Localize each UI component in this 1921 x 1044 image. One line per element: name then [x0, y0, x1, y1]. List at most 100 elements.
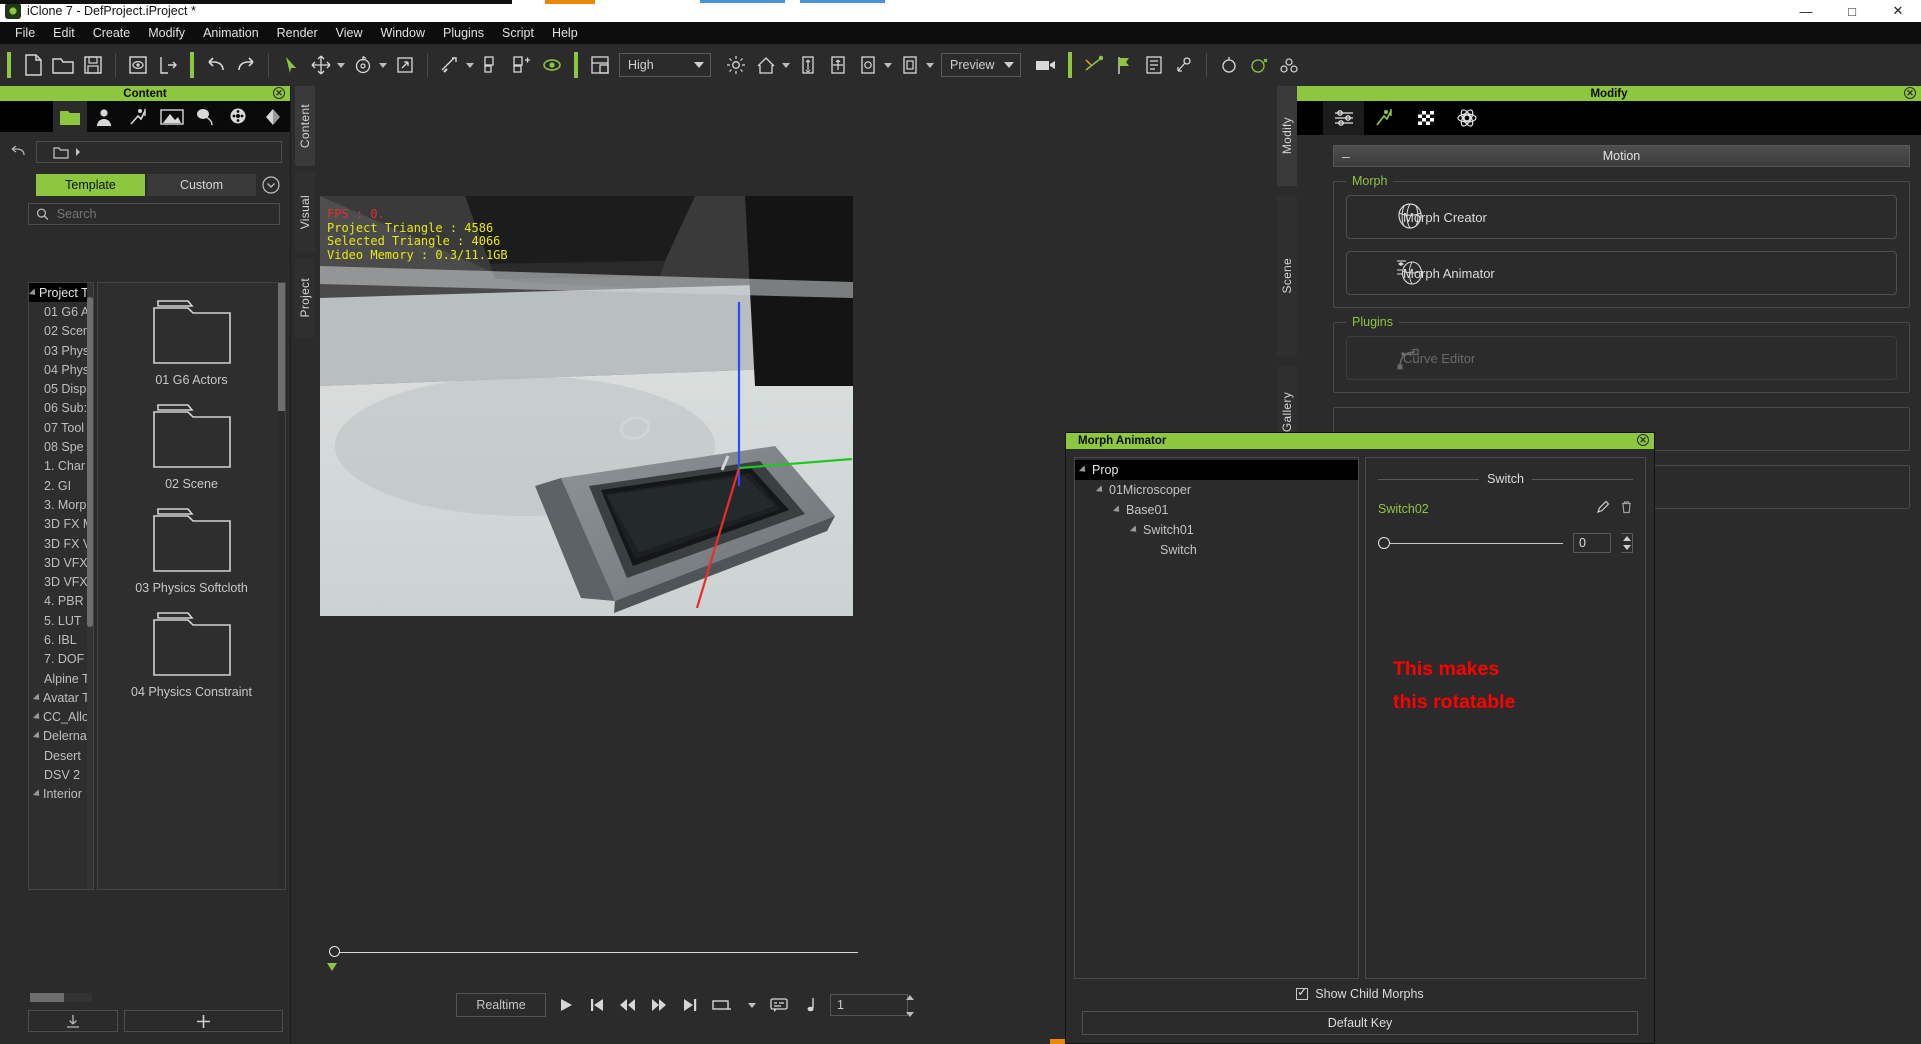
- pencil-icon[interactable]: [1596, 500, 1610, 517]
- morph-value-spinner[interactable]: [1621, 533, 1633, 553]
- tree-horizontal-scrollbar[interactable]: [30, 993, 92, 1002]
- tree-node-14[interactable]: 3D VFX: [29, 572, 93, 591]
- dock-tab-content[interactable]: Content: [295, 86, 315, 166]
- play-icon[interactable]: [555, 994, 577, 1016]
- show-child-morphs-row[interactable]: Show Child Morphs: [1074, 979, 1646, 1009]
- tree-node-8[interactable]: 1. Char: [29, 457, 93, 476]
- menu-item-script[interactable]: Script: [493, 23, 543, 43]
- search-field[interactable]: [28, 203, 280, 225]
- tree-scrollbar[interactable]: [87, 283, 93, 889]
- tab-custom[interactable]: Custom: [147, 174, 256, 196]
- import-button[interactable]: [28, 1010, 118, 1032]
- menu-item-modify[interactable]: Modify: [139, 23, 194, 43]
- physics-icon[interactable]: [1214, 50, 1244, 80]
- default-key-button[interactable]: Default Key: [1082, 1011, 1638, 1035]
- visibility-icon[interactable]: [537, 50, 567, 80]
- close-button[interactable]: ✕: [1875, 0, 1921, 22]
- fast-forward-icon[interactable]: [648, 994, 670, 1016]
- morph-value-field[interactable]: 0: [1573, 533, 1611, 553]
- back-arrow-icon[interactable]: [8, 143, 28, 162]
- frame-field[interactable]: 1: [830, 994, 914, 1017]
- content-tab-scene[interactable]: [155, 101, 189, 132]
- quality-dropdown[interactable]: High: [619, 53, 711, 77]
- content-grid-item[interactable]: 04 Physics Constraint: [98, 595, 285, 699]
- content-folder-tree[interactable]: Project Te 01 G6 A 02 Scen 03 Phys 04 Phys 05…: [28, 282, 94, 890]
- morph-tree-node-1[interactable]: 01Microscoper: [1075, 480, 1358, 500]
- content-tab-motion[interactable]: [121, 101, 155, 132]
- snap-icon[interactable]: [477, 50, 507, 80]
- dock-tab-modify[interactable]: Modify: [1277, 86, 1297, 186]
- save-project-icon[interactable]: [78, 50, 108, 80]
- content-tab-folder[interactable]: [53, 101, 88, 132]
- section-header-motion[interactable]: – Motion: [1333, 145, 1910, 167]
- morph-tree-node-3[interactable]: Switch01: [1075, 520, 1358, 540]
- morph-tree-node-0[interactable]: Prop: [1075, 460, 1358, 480]
- morph-slider-knob[interactable]: [1378, 536, 1390, 549]
- audio-note-icon[interactable]: [799, 994, 821, 1016]
- tab-template[interactable]: Template: [36, 174, 145, 196]
- content-tab-media[interactable]: [222, 101, 256, 132]
- camera-icon[interactable]: [1031, 50, 1061, 80]
- bounding-box-dropdown-icon[interactable]: [926, 62, 934, 68]
- menu-item-edit[interactable]: Edit: [44, 23, 84, 43]
- tree-node-11[interactable]: 3D FX M: [29, 515, 93, 534]
- minimize-button[interactable]: —: [1783, 0, 1829, 22]
- layout-icon[interactable]: [585, 50, 615, 80]
- tree-node-17[interactable]: 6. IBL: [29, 630, 93, 649]
- add-button[interactable]: [123, 1010, 283, 1032]
- grid-scrollbar-thumb[interactable]: [278, 283, 285, 411]
- align-icon[interactable]: [435, 50, 465, 80]
- tree-node-3[interactable]: 04 Phys: [29, 360, 93, 379]
- tree-node-7[interactable]: 08 Spe: [29, 437, 93, 456]
- particle-icon[interactable]: [1274, 50, 1304, 80]
- content-path-bar[interactable]: [36, 141, 282, 163]
- preview-render-icon[interactable]: [123, 50, 153, 80]
- close-icon[interactable]: ✕: [273, 87, 285, 99]
- grid-scrollbar[interactable]: [278, 283, 285, 889]
- morph-animator-button[interactable]: Morph Animator: [1346, 251, 1897, 295]
- export-icon[interactable]: [153, 50, 183, 80]
- center-icon[interactable]: [823, 50, 853, 80]
- menu-item-animation[interactable]: Animation: [194, 23, 268, 43]
- gi-icon[interactable]: [1244, 50, 1274, 80]
- select-tool-icon[interactable]: [276, 50, 306, 80]
- menu-item-create[interactable]: Create: [84, 23, 140, 43]
- menu-item-view[interactable]: View: [327, 23, 372, 43]
- tree-node-25[interactable]: Interior: [29, 785, 93, 804]
- modify-tab-motion[interactable]: [1364, 101, 1405, 135]
- chevron-down-circle-icon[interactable]: [258, 174, 284, 196]
- tree-node-19[interactable]: Alpine T: [29, 669, 93, 688]
- tree-node-22[interactable]: Delerna: [29, 727, 93, 746]
- menu-item-window[interactable]: Window: [372, 23, 434, 43]
- dock-tab-project[interactable]: Project: [295, 258, 315, 338]
- modify-tab-attribute[interactable]: [1323, 101, 1364, 135]
- content-tab-animation[interactable]: [256, 101, 290, 132]
- spring-icon[interactable]: [1169, 50, 1199, 80]
- new-project-icon[interactable]: [18, 50, 48, 80]
- modify-tab-material[interactable]: [1405, 101, 1446, 135]
- home-view-icon[interactable]: [751, 50, 781, 80]
- show-child-morphs-checkbox[interactable]: [1296, 985, 1309, 1000]
- align-dropdown-icon[interactable]: [466, 62, 474, 68]
- tree-node-4[interactable]: 05 Disp: [29, 379, 93, 398]
- tree-node-16[interactable]: 5. LUT: [29, 611, 93, 630]
- maximize-button[interactable]: □: [1829, 0, 1875, 22]
- home-view-dropdown-icon[interactable]: [782, 62, 790, 68]
- snap-add-icon[interactable]: [507, 50, 537, 80]
- realtime-button[interactable]: Realtime: [456, 993, 546, 1017]
- content-grid-item[interactable]: 02 Scene: [98, 387, 285, 491]
- content-tab-actor[interactable]: [87, 101, 121, 132]
- tree-node-root[interactable]: Project Te: [29, 283, 93, 303]
- dock-tab-visual[interactable]: Visual: [295, 172, 315, 252]
- tree-node-20[interactable]: Avatar T: [29, 688, 93, 707]
- tree-node-24[interactable]: DSV 2: [29, 765, 93, 784]
- open-project-icon[interactable]: [48, 50, 78, 80]
- timeline-track[interactable]: [315, 940, 1060, 971]
- range-icon[interactable]: [710, 994, 738, 1016]
- rotate-tool-icon[interactable]: [348, 50, 378, 80]
- modify-tab-physics[interactable]: [1446, 101, 1487, 135]
- tree-node-5[interactable]: 06 Sub:: [29, 399, 93, 418]
- flag-icon[interactable]: [1109, 50, 1139, 80]
- light-icon[interactable]: [721, 50, 751, 80]
- tree-node-12[interactable]: 3D FX V: [29, 534, 93, 553]
